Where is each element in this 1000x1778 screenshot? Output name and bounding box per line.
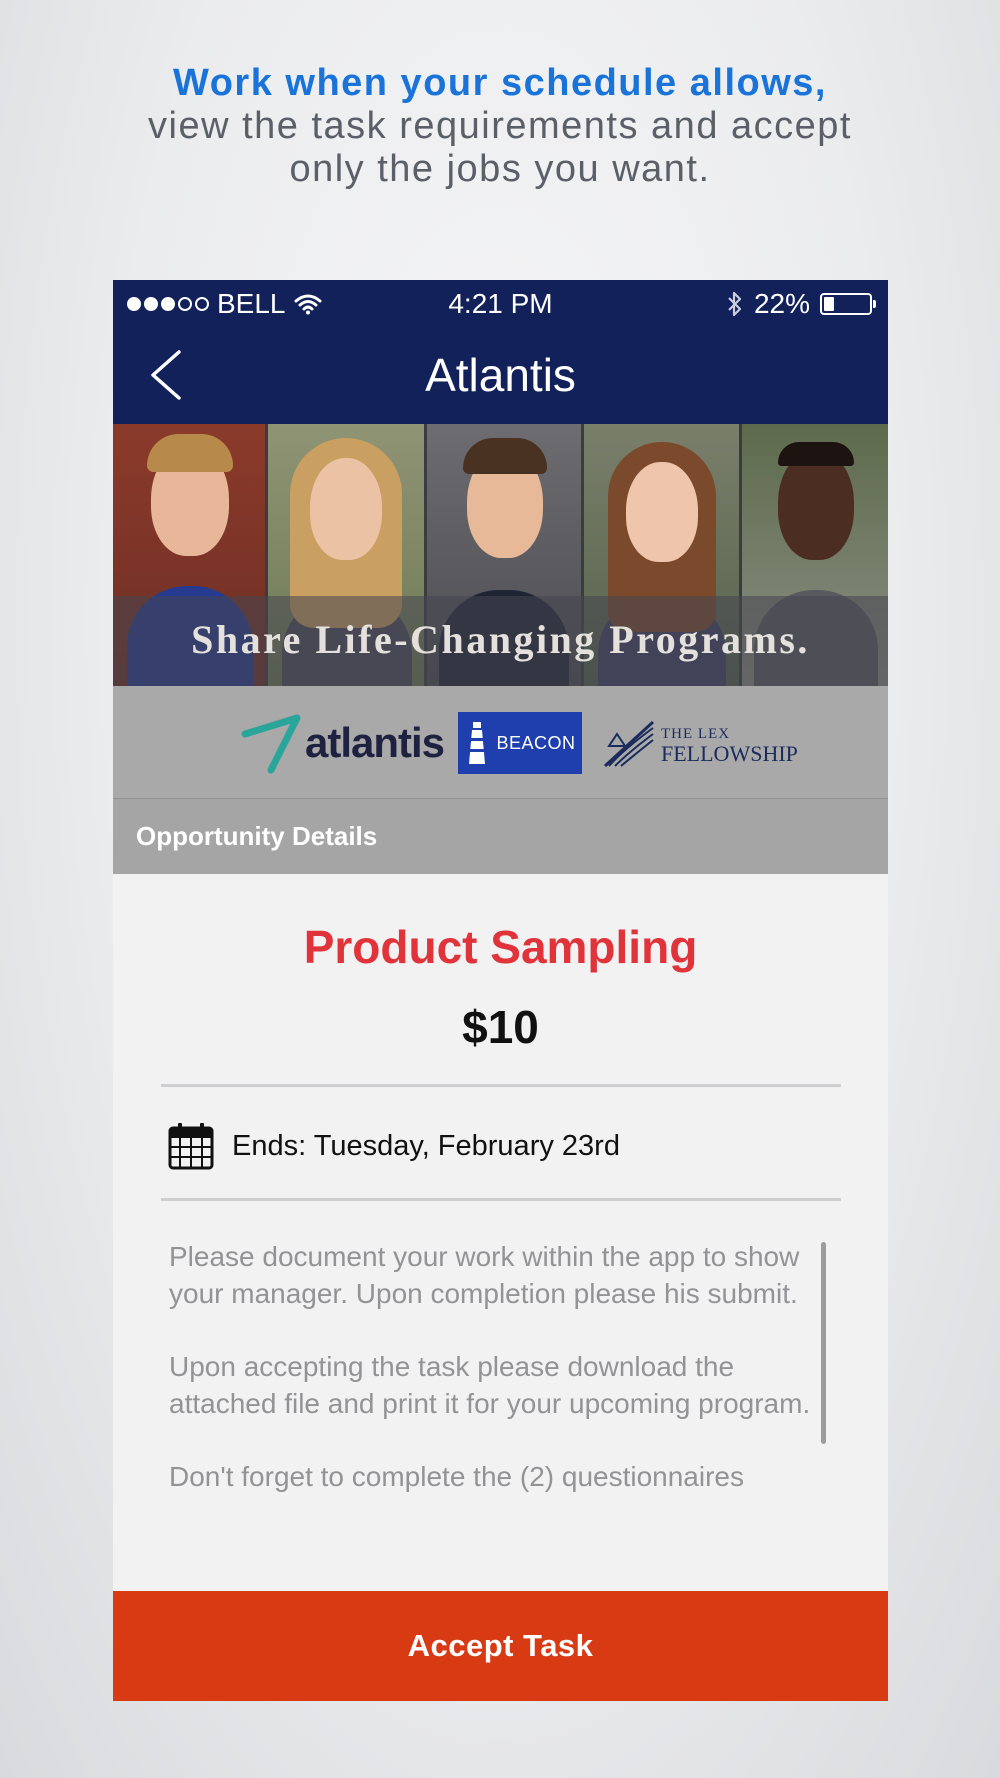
atlantis-logo-text: atlantis — [305, 719, 445, 766]
scales-icon — [603, 720, 655, 768]
banner-tagline: Share Life-Changing Programs. — [191, 617, 810, 662]
partner-logos: atlantis BEACON THE LEX FELLOWSHIP — [113, 686, 888, 799]
task-title: Product Sampling — [303, 921, 698, 973]
section-header: Opportunity Details — [113, 799, 888, 874]
task-description-paragraph: Upon accepting the task please download … — [169, 1351, 811, 1419]
battery-icon — [820, 293, 876, 315]
divider — [161, 1198, 841, 1201]
description-scrollbar[interactable] — [821, 1242, 826, 1444]
opportunity-details: Product Sampling $10 Ends: Tuesday, Febr… — [113, 874, 888, 1591]
calendar-icon — [168, 1123, 214, 1170]
atlantis-mark-icon — [241, 714, 301, 774]
promo-headline-line3: only the jobs you want. — [289, 148, 711, 190]
page-title: Atlantis — [425, 349, 576, 401]
atlantis-logo: atlantis — [241, 712, 445, 774]
battery-percent: 22% — [753, 288, 810, 319]
divider — [161, 1084, 841, 1087]
task-description-paragraph: Please document your work within the app… — [169, 1241, 800, 1309]
beacon-logo: BEACON — [458, 712, 582, 774]
status-bar: BELL 4:21 PM 22% — [113, 280, 888, 326]
beacon-logo-text: BEACON — [496, 732, 576, 753]
task-end-date-text: Ends: Tuesday, February 23rd — [232, 1129, 620, 1162]
lex-fellowship-logo: THE LEX FELLOWSHIP — [603, 720, 798, 768]
task-description-paragraph: Don't forget to complete the (2) questio… — [169, 1461, 744, 1492]
task-end-date: Ends: Tuesday, February 23rd — [168, 1122, 620, 1170]
accept-task-button[interactable]: Accept Task — [113, 1591, 888, 1701]
hero-banner: Share Life-Changing Programs. — [113, 424, 888, 686]
nav-bar: Atlantis — [113, 326, 888, 424]
task-price: $10 — [462, 1001, 539, 1053]
promo-headline-accent: Work when your schedule allows, — [173, 62, 827, 104]
task-description[interactable]: Please document your work within the app… — [169, 1238, 829, 1544]
phone-screen: BELL 4:21 PM 22% Atlantis Share Life-Cha… — [113, 280, 888, 1701]
promo-headline: Work when your schedule allows, view the… — [0, 62, 1000, 191]
promo-headline-line2: view the task requirements and accept — [148, 105, 852, 147]
lex-logo-line2: FELLOWSHIP — [661, 741, 798, 766]
lighthouse-icon — [469, 722, 486, 764]
bluetooth-icon — [728, 291, 742, 317]
